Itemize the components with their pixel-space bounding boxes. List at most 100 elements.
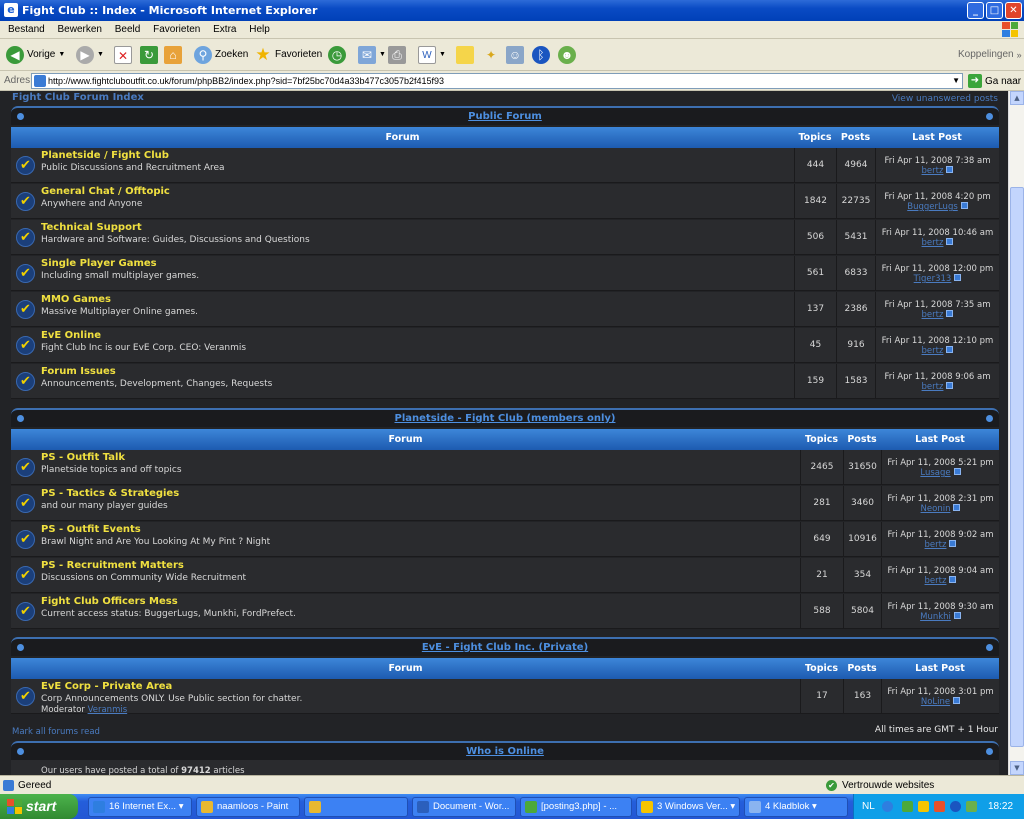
view-latest-post-icon[interactable] [946,166,954,173]
view-latest-post-icon[interactable] [953,504,961,511]
clock: 18:22 [988,801,1014,812]
menu-bewerken[interactable]: Bewerken [57,24,101,35]
forum-status-icon [16,228,35,247]
task-paint[interactable]: naamloos - Paint [196,797,300,817]
view-latest-post-icon[interactable] [953,612,961,619]
forum-title-link[interactable]: PS - Tactics & Strategies [41,488,179,499]
last-post-user-link[interactable]: Lusage [920,468,950,478]
forum-title-link[interactable]: EvE Corp - Private Area [41,681,172,692]
last-post-user-link[interactable]: bertz [922,310,944,320]
category-link[interactable]: Planetside - Fight Club (members only) [395,413,616,424]
stop-button[interactable]: ✕ [114,43,132,67]
forum-title-link[interactable]: Technical Support [41,222,142,233]
menu-favorieten[interactable]: Favorieten [153,24,200,35]
menu-bestand[interactable]: Bestand [8,24,45,35]
tray-app-icon[interactable] [934,801,945,812]
back-button[interactable]: ◀ Vorige ▼ [6,43,65,67]
category-link[interactable]: EvE - Fight Club Inc. (Private) [422,642,588,653]
forward-button[interactable]: ▶ ▼ [76,43,104,67]
volume-icon[interactable] [966,801,977,812]
close-button[interactable]: ✕ [1005,2,1022,19]
refresh-button[interactable]: ↻ [140,43,158,67]
bluetooth-button[interactable]: ᛒ [532,43,550,67]
vertical-scrollbar[interactable]: ▲ ▼ [1008,91,1024,775]
tray-app-icon[interactable] [902,801,913,812]
minimize-button[interactable]: _ [967,2,984,19]
forum-title-link[interactable]: Forum Issues [41,366,116,377]
forum-title-link[interactable]: PS - Outfit Talk [41,452,125,463]
forum-index-link[interactable]: Fight Club Forum Index [12,92,144,103]
tools-button[interactable]: ✦ [482,43,500,67]
last-post-user-link[interactable]: bertz [922,166,944,176]
forum-description: Fight Club Inc is our EvE Corp. CEO: Ver… [41,343,247,353]
view-latest-post-icon[interactable] [946,310,954,317]
last-post-user-link[interactable]: Tiger313 [914,274,952,284]
favorites-button[interactable]: ★ Favorieten [254,43,322,67]
view-latest-post-icon[interactable] [949,576,957,583]
scroll-thumb[interactable] [1010,187,1024,747]
moderator-link[interactable]: Veranmis [88,705,128,715]
home-button[interactable]: ⌂ [164,43,182,67]
scroll-down-button[interactable]: ▼ [1010,761,1024,775]
mark-all-read-link[interactable]: Mark all forums read [12,727,100,737]
forum-title-link[interactable]: Fight Club Officers Mess [41,596,178,607]
view-latest-post-icon[interactable] [953,468,961,475]
view-latest-post-icon[interactable] [960,202,968,209]
scroll-up-button[interactable]: ▲ [1010,91,1024,105]
last-post-user-link[interactable]: bertz [925,540,947,550]
view-latest-post-icon[interactable] [954,274,962,281]
view-latest-post-icon[interactable] [946,238,954,245]
menu-beeld[interactable]: Beeld [115,24,141,35]
who-is-online-link[interactable]: Who is Online [466,746,544,757]
task-notepad[interactable]: 4 Kladblok ▾ [744,797,848,817]
view-latest-post-icon[interactable] [946,346,954,353]
messenger-button[interactable]: ☺ [506,43,524,67]
links-button[interactable]: Koppelingen» [958,43,1022,67]
forum-title-link[interactable]: MMO Games [41,294,111,305]
last-post-user-link[interactable]: BuggerLugs [907,202,958,212]
mail-button[interactable]: ✉ ▼ [358,43,386,67]
unanswered-link[interactable]: View unanswered posts [892,94,998,104]
forum-title-link[interactable]: EvE Online [41,330,101,341]
view-latest-post-icon[interactable] [953,697,961,704]
category-link[interactable]: Public Forum [468,111,542,122]
address-input[interactable]: http://www.fightcluboutfit.co.uk/forum/p… [31,73,963,89]
last-post-user-link[interactable]: NoLine [921,697,950,707]
tray-app-icon[interactable] [918,801,929,812]
task-explorer[interactable]: 3 Windows Ver... ▾ [636,797,740,817]
maximize-button[interactable]: □ [986,2,1003,19]
menu-help[interactable]: Help [249,24,270,35]
edit-button[interactable]: W ▼ [418,43,446,67]
forum-title-link[interactable]: General Chat / Offtopic [41,186,170,197]
view-latest-post-icon[interactable] [949,540,957,547]
bluetooth-icon[interactable] [950,801,961,812]
task-posting[interactable]: [posting3.php] - ... [520,797,632,817]
network-icon[interactable] [882,801,893,812]
menu-extra[interactable]: Extra [213,24,236,35]
forum-title-link[interactable]: Planetside / Fight Club [41,150,169,161]
topics-count: 444 [794,148,836,183]
page-content: Fight Club Forum Index View unanswered p… [0,91,1008,775]
task-paint-2[interactable] [304,797,408,817]
last-post-user-link[interactable]: bertz [922,382,944,392]
view-latest-post-icon[interactable] [946,382,954,389]
search-button[interactable]: ⚲ Zoeken [194,43,248,67]
forum-title-link[interactable]: PS - Recruitment Matters [41,560,184,571]
last-post-user-link[interactable]: bertz [925,576,947,586]
last-post-user-link[interactable]: bertz [922,238,944,248]
notes-button[interactable] [456,43,474,67]
forum-title-link[interactable]: PS - Outfit Events [41,524,141,535]
forum-title-link[interactable]: Single Player Games [41,258,157,269]
last-post-user-link[interactable]: Munkhi [920,612,951,622]
address-dropdown-icon[interactable]: ▼ [952,74,960,88]
go-button[interactable]: ➜ Ga naar [968,74,1021,88]
task-internet-explorer[interactable]: 16 Internet Ex... ▾ [88,797,192,817]
last-post-user-link[interactable]: Neonin [921,504,951,514]
history-button[interactable]: ◷ [328,43,346,67]
last-post-user-link[interactable]: bertz [922,346,944,356]
contacts-button[interactable]: ☻ [558,43,576,67]
language-indicator[interactable]: NL [862,794,875,819]
start-button[interactable]: start [0,794,78,819]
print-button[interactable]: ⎙ [388,43,406,67]
task-word[interactable]: Document - Wor... [412,797,516,817]
